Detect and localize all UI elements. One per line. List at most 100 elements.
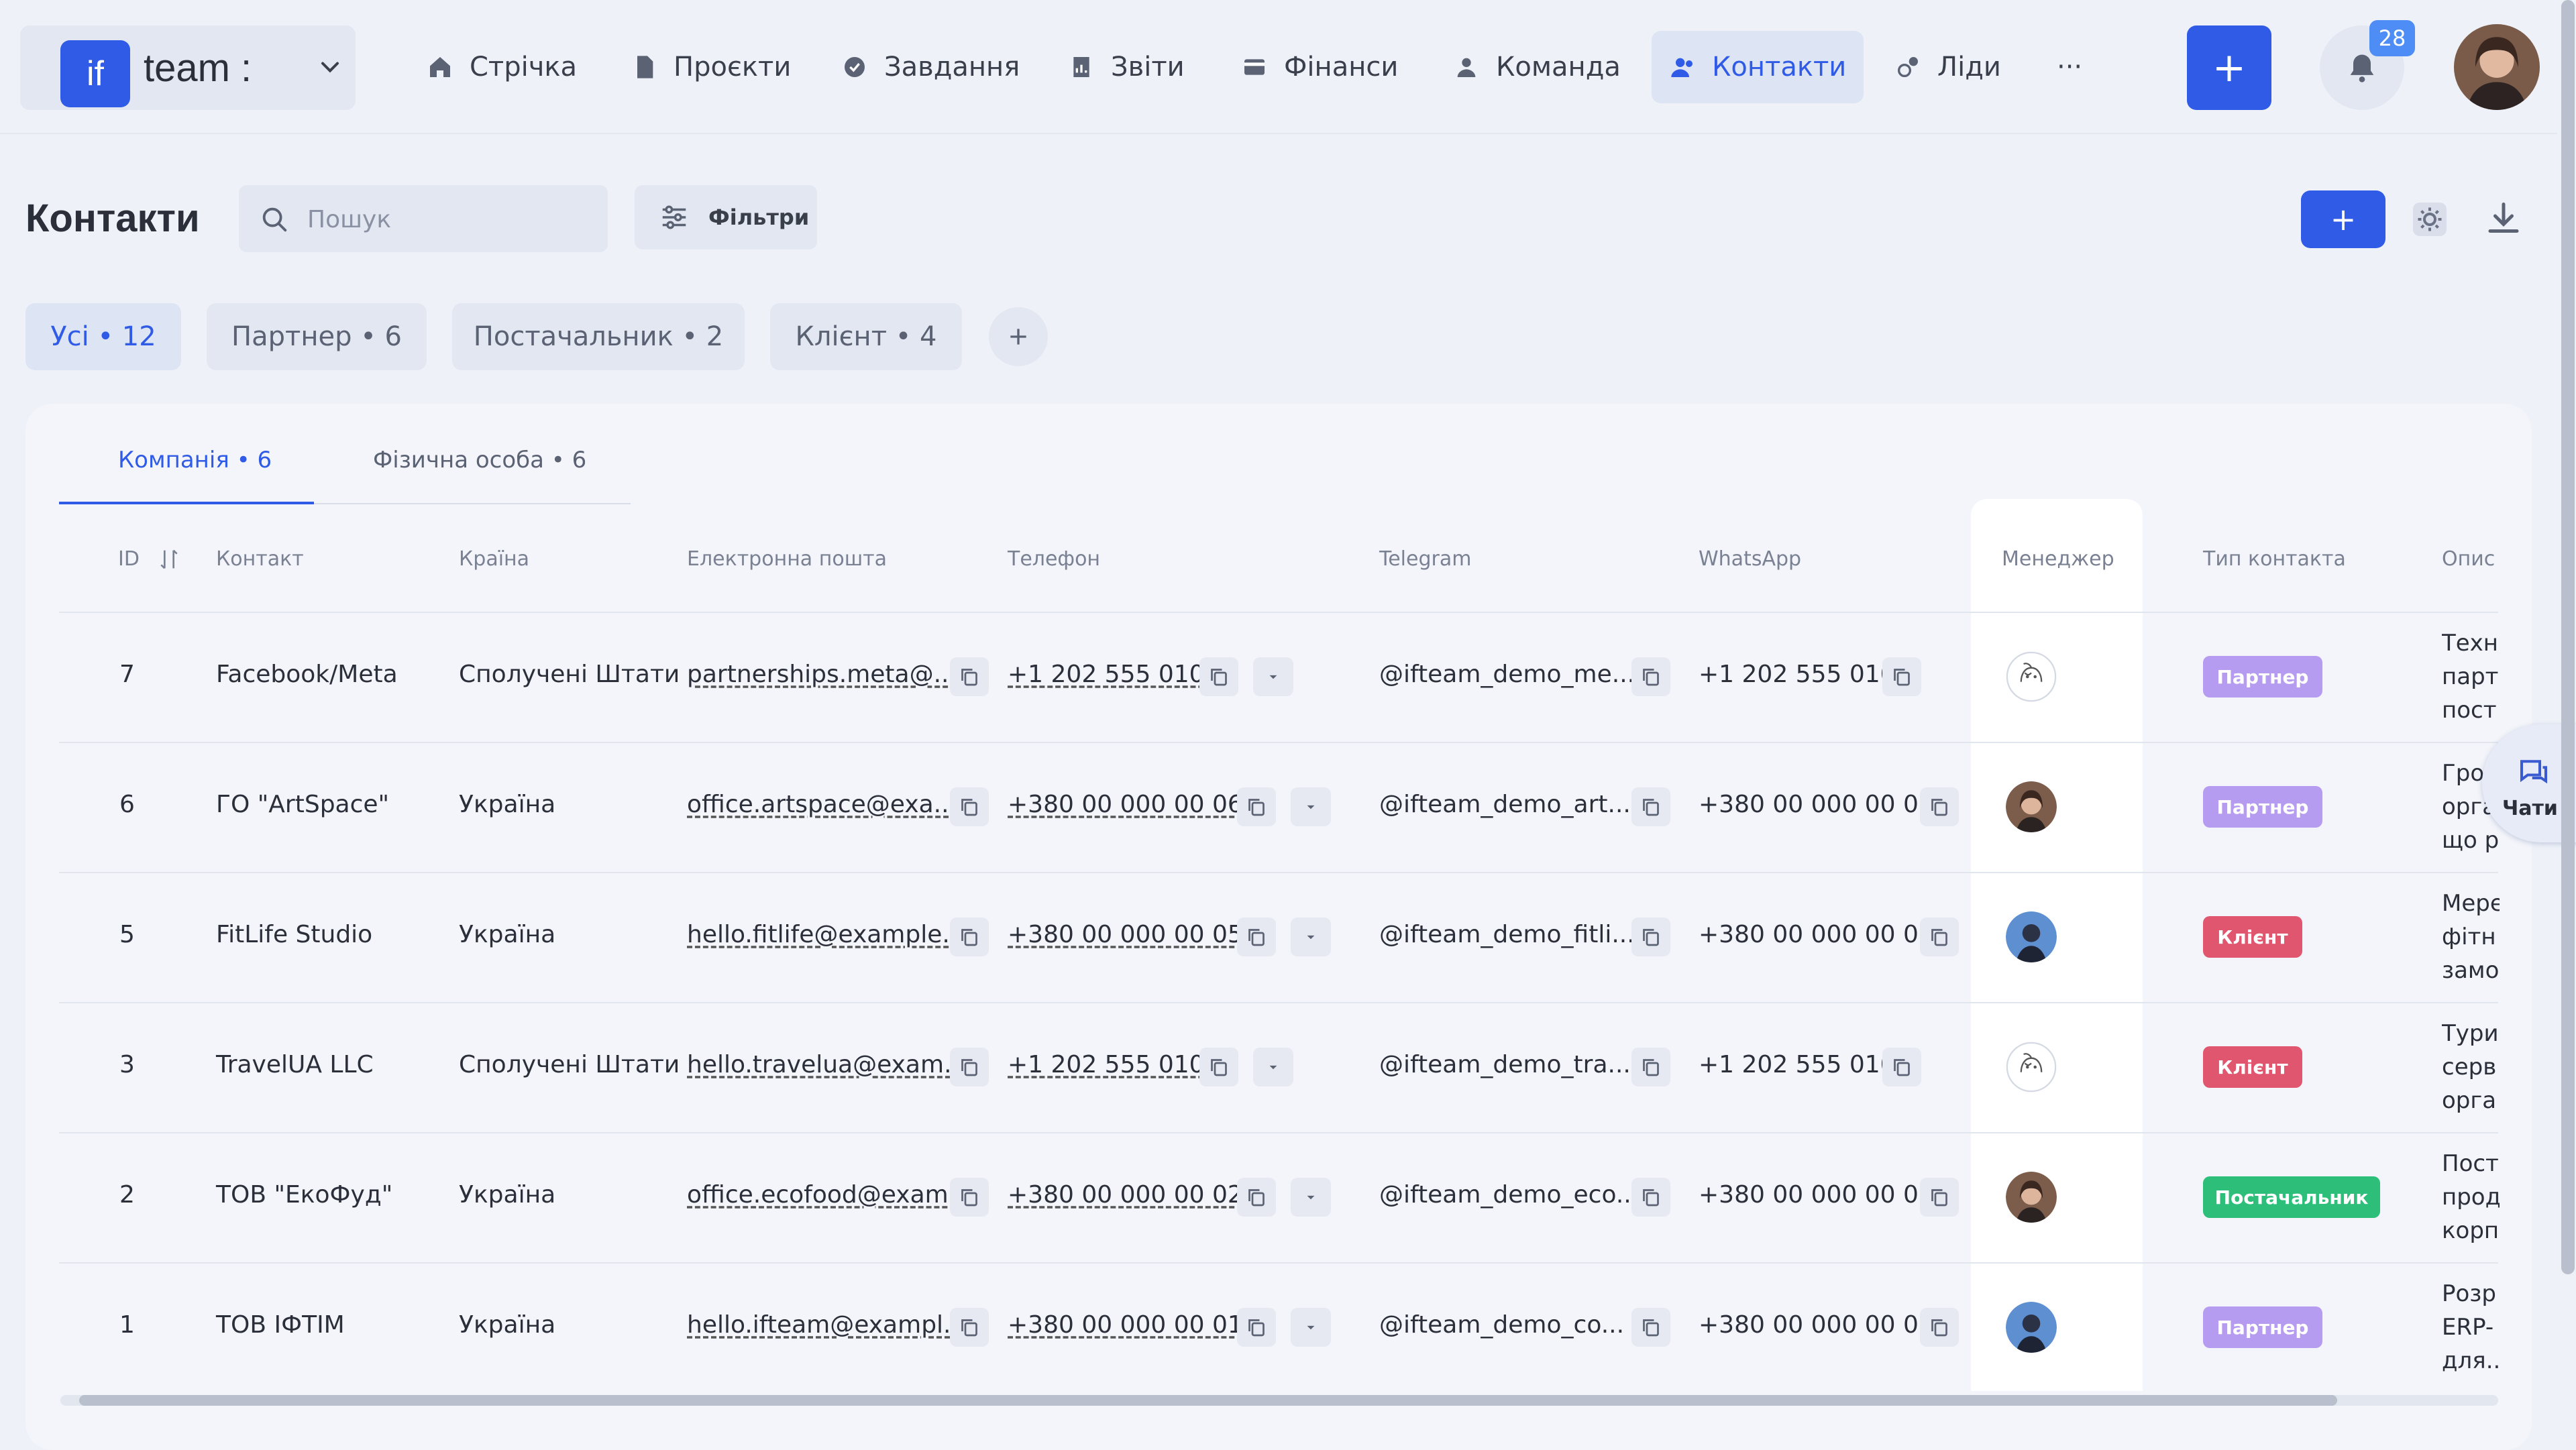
nav-feed[interactable]: Стрічка	[420, 31, 584, 103]
column-header-phone[interactable]: Телефон	[1008, 547, 1100, 571]
column-header-country[interactable]: Країна	[459, 547, 529, 571]
copy-phone-button[interactable]	[1237, 1308, 1276, 1347]
segment-partner[interactable]: Партнер • 6	[207, 303, 427, 370]
cell-phone-link[interactable]: +1 202 555 0107	[1008, 661, 1220, 688]
copy-email-button[interactable]	[950, 1308, 989, 1347]
cell-contact[interactable]: TravelUA LLC	[216, 1051, 374, 1078]
cell-phone-link[interactable]: +1 202 555 0103	[1008, 1051, 1220, 1078]
copy-whatsapp-button[interactable]	[1882, 657, 1921, 696]
segment-all[interactable]: Усі • 12	[25, 303, 181, 370]
phone-menu-button[interactable]	[1291, 917, 1331, 956]
nav-finance[interactable]: Фінанси	[1234, 31, 1405, 103]
copy-phone-button[interactable]	[1237, 1178, 1276, 1217]
copy-email-button[interactable]	[950, 1178, 989, 1217]
cell-phone-link[interactable]: +380 00 000 00 05	[1008, 921, 1243, 948]
copy-phone-button[interactable]	[1199, 1048, 1238, 1086]
column-header-email[interactable]: Електронна пошта	[687, 547, 887, 571]
nav-tasks[interactable]: Завдання	[835, 31, 1026, 103]
cell-whatsapp[interactable]: +380 00 000 00 06	[1699, 791, 1934, 818]
segment-client[interactable]: Клієнт • 4	[770, 303, 962, 370]
workspace-switcher[interactable]: if team :	[20, 25, 356, 110]
copy-whatsapp-button[interactable]	[1882, 1048, 1921, 1086]
cell-email-link[interactable]: hello.travelua@exam...	[687, 1051, 967, 1078]
cell-telegram[interactable]: @ifteam_demo_co...	[1379, 1311, 1624, 1339]
cell-whatsapp[interactable]: +380 00 000 00 01	[1699, 1311, 1934, 1339]
copy-email-button[interactable]	[950, 1048, 989, 1086]
cell-contact[interactable]: ТОВ "ЕкоФуд"	[216, 1181, 392, 1209]
cell-phone-link[interactable]: +380 00 000 00 01	[1008, 1311, 1243, 1339]
cell-telegram[interactable]: @ifteam_demo_eco...	[1379, 1181, 1639, 1209]
nav-contacts[interactable]: Контакти	[1652, 31, 1864, 103]
cell-contact[interactable]: FitLife Studio	[216, 921, 372, 948]
column-header-description[interactable]: Опис	[2442, 547, 2495, 571]
sort-icon[interactable]	[156, 546, 182, 573]
column-header-manager[interactable]: Менеджер	[2002, 547, 2114, 571]
cell-email-link[interactable]: office.artspace@exa...	[687, 791, 957, 818]
add-segment-button[interactable]	[989, 307, 1048, 366]
copy-email-button[interactable]	[950, 917, 989, 956]
copy-telegram-button[interactable]	[1631, 787, 1670, 826]
cell-whatsapp[interactable]: +380 00 000 00 05	[1699, 921, 1934, 948]
manager-avatar[interactable]	[2006, 1042, 2057, 1093]
copy-phone-button[interactable]	[1237, 787, 1276, 826]
manager-avatar[interactable]	[2006, 1172, 2057, 1223]
cell-email-link[interactable]: office.ecofood@exam...	[687, 1181, 971, 1209]
cell-phone-link[interactable]: +380 00 000 00 06	[1008, 791, 1243, 818]
cell-email-link[interactable]: hello.ifteam@exampl...	[687, 1311, 966, 1339]
nav-leads[interactable]: Ліди	[1888, 31, 2008, 103]
search-box[interactable]	[239, 185, 608, 252]
add-contact-button[interactable]: +	[2301, 190, 2385, 248]
filters-button[interactable]: Фільтри	[635, 185, 817, 249]
global-add-button[interactable]: +	[2187, 25, 2271, 110]
vertical-scrollbar[interactable]	[2561, 0, 2575, 1274]
manager-avatar[interactable]	[2006, 651, 2057, 702]
nav-reports[interactable]: Звіти	[1061, 31, 1191, 103]
column-header-id[interactable]: ID	[118, 547, 178, 571]
cell-whatsapp[interactable]: +380 00 000 00 02	[1699, 1181, 1934, 1209]
nav-more[interactable]: ···	[2050, 31, 2089, 103]
column-header-contact[interactable]: Контакт	[216, 547, 304, 571]
cell-email-link[interactable]: hello.fitlife@example....	[687, 921, 973, 948]
copy-email-button[interactable]	[950, 787, 989, 826]
tab-individual[interactable]: Фізична особа • 6	[373, 447, 586, 473]
cell-telegram[interactable]: @ifteam_demo_art...	[1379, 791, 1631, 818]
nav-projects[interactable]: Проєкти	[624, 31, 798, 103]
cell-contact[interactable]: Facebook/Meta	[216, 661, 398, 688]
cell-email-link[interactable]: partnerships.meta@...	[687, 661, 957, 688]
phone-menu-button[interactable]	[1291, 787, 1331, 826]
copy-telegram-button[interactable]	[1631, 1048, 1670, 1086]
copy-whatsapp-button[interactable]	[1920, 917, 1959, 956]
horizontal-scrollbar-thumb[interactable]	[79, 1395, 2337, 1406]
export-button[interactable]	[2477, 189, 2530, 249]
segment-supplier[interactable]: Постачальник • 2	[452, 303, 745, 370]
cell-whatsapp[interactable]: +1 202 555 0107	[1699, 661, 1911, 688]
copy-telegram-button[interactable]	[1631, 657, 1670, 696]
user-avatar[interactable]	[2454, 24, 2540, 110]
copy-whatsapp-button[interactable]	[1920, 1308, 1959, 1347]
cell-telegram[interactable]: @ifteam_demo_me...	[1379, 661, 1635, 688]
phone-menu-button[interactable]	[1253, 657, 1293, 696]
manager-avatar[interactable]	[2006, 911, 2057, 962]
cell-whatsapp[interactable]: +1 202 555 0103	[1699, 1051, 1911, 1078]
column-header-type[interactable]: Тип контакта	[2203, 547, 2346, 571]
tab-company[interactable]: Компанія • 6	[118, 447, 272, 473]
phone-menu-button[interactable]	[1291, 1308, 1331, 1347]
copy-whatsapp-button[interactable]	[1920, 787, 1959, 826]
search-input[interactable]	[306, 199, 590, 240]
copy-telegram-button[interactable]	[1631, 917, 1670, 956]
column-header-whatsapp[interactable]: WhatsApp	[1699, 547, 1801, 571]
copy-whatsapp-button[interactable]	[1920, 1178, 1959, 1217]
copy-phone-button[interactable]	[1237, 917, 1276, 956]
nav-team[interactable]: Команда	[1446, 31, 1627, 103]
cell-phone-link[interactable]: +380 00 000 00 02	[1008, 1181, 1243, 1209]
copy-telegram-button[interactable]	[1631, 1308, 1670, 1347]
copy-telegram-button[interactable]	[1631, 1178, 1670, 1217]
copy-email-button[interactable]	[950, 657, 989, 696]
cell-telegram[interactable]: @ifteam_demo_tra...	[1379, 1051, 1631, 1078]
cell-contact[interactable]: ГО "ArtSpace"	[216, 791, 389, 818]
manager-avatar[interactable]	[2006, 781, 2057, 832]
phone-menu-button[interactable]	[1291, 1178, 1331, 1217]
phone-menu-button[interactable]	[1253, 1048, 1293, 1086]
cell-contact[interactable]: ТОВ ІФТІМ	[216, 1311, 345, 1339]
copy-phone-button[interactable]	[1199, 657, 1238, 696]
